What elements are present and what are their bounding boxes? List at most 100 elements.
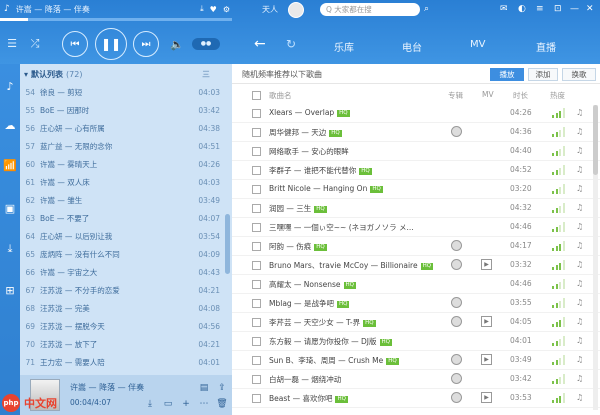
song-checkbox[interactable]	[252, 299, 261, 308]
song-row[interactable]: 周华健邦 — 天边 HQ 04:36 ♫	[232, 123, 600, 142]
song-checkbox[interactable]	[252, 223, 261, 232]
song-action-icon[interactable]: ♫	[576, 393, 583, 402]
playlist-item[interactable]: 60 许嵩 — 雾晴天上 04:26	[20, 156, 220, 172]
playlist-item[interactable]: 61 许嵩 — 双人床 04:03	[20, 174, 220, 190]
playlist-sort[interactable]: 三	[202, 69, 210, 80]
volume-toggle[interactable]: ●●	[192, 38, 220, 50]
add-icon[interactable]: +	[180, 398, 192, 410]
select-all-checkbox[interactable]	[252, 91, 261, 100]
song-row[interactable]: 润园 — 三生 HQ 04:32 ♫	[232, 199, 600, 218]
music-note-icon[interactable]: ♪	[3, 80, 17, 94]
song-title-cell[interactable]: 高耀太 — Nonsense HQ	[269, 279, 444, 290]
user-name[interactable]: 天人	[262, 4, 278, 15]
song-row[interactable]: 李群子 — 谁把不能代替你 HQ 04:52 ♫	[232, 161, 600, 180]
mv-icon[interactable]: ▶	[481, 354, 492, 365]
playlist-item[interactable]: 68 汪苏泷 — 完美 04:08	[20, 300, 220, 316]
song-row[interactable]: 东方毅 — 请愿为你投你 — DJ版 HQ 04:01 ♫	[232, 332, 600, 351]
song-title-cell[interactable]: 网络歌手 — 安心的眼眸	[269, 146, 444, 157]
tab-radio[interactable]: 电台	[402, 39, 422, 54]
comment-icon[interactable]: ▭	[162, 398, 174, 410]
playlist-item[interactable]: 71 王力宏 — 需要人陪 04:01	[20, 354, 220, 370]
playlist-item[interactable]: 62 许嵩 — 雏生 03:49	[20, 192, 220, 208]
song-row[interactable]: Xlears — Overlap HQ 04:26 ♫	[232, 104, 600, 123]
song-title-cell[interactable]: Beast — 喜欢你吧 HQ	[269, 393, 444, 404]
menu-icon[interactable]: ≡	[536, 4, 544, 14]
song-checkbox[interactable]	[252, 356, 261, 365]
song-row[interactable]: 阿韵 — 伤痕 HQ 04:17 ♫	[232, 237, 600, 256]
song-row[interactable]: Sun B、李琦、周周 — Crush Me HQ ▶ 03:49 ♫	[232, 351, 600, 370]
col-album[interactable]: 专辑	[448, 90, 463, 101]
refresh-icon[interactable]: ↻	[286, 37, 296, 51]
apps-icon[interactable]: ⊞	[3, 284, 17, 298]
mini-icon[interactable]: ⊡	[554, 4, 562, 14]
song-checkbox[interactable]	[252, 166, 261, 175]
search-icon[interactable]: ⌕	[424, 4, 429, 14]
playlist-item[interactable]: 54 徐良 — 剪短 04:03	[20, 84, 220, 100]
song-title-cell[interactable]: 白胡一磊 — 烟绕冲动	[269, 374, 444, 385]
share-icon[interactable]: ⇪	[216, 382, 228, 394]
settings-icon[interactable]: ⚙	[223, 5, 230, 14]
song-row[interactable]: Bruno Mars、travie McCoy — Billionaire HQ ▶…	[232, 256, 600, 275]
song-checkbox[interactable]	[252, 280, 261, 289]
song-title-cell[interactable]: Mblag — 是战争吧 HQ	[269, 298, 444, 309]
song-action-icon[interactable]: ♫	[576, 146, 583, 155]
col-song[interactable]: 歌曲名	[269, 90, 292, 101]
song-checkbox[interactable]	[252, 147, 261, 156]
download-icon[interactable]: ⤓	[144, 398, 156, 410]
heart-icon[interactable]: ♥	[210, 5, 217, 14]
col-duration[interactable]: 时长	[513, 90, 528, 101]
song-title-cell[interactable]: 三嘿嘿 — 一個ぃ空~~ (ネヨガノソラ メ...	[269, 222, 444, 233]
song-action-icon[interactable]: ♫	[576, 336, 583, 345]
song-checkbox[interactable]	[252, 109, 261, 118]
play-progress-bar[interactable]	[0, 18, 232, 21]
song-row[interactable]: 高耀太 — Nonsense HQ 04:46 ♫	[232, 275, 600, 294]
change-songs-button[interactable]: 换歌	[562, 68, 596, 81]
pause-button[interactable]: ❚❚	[95, 28, 127, 60]
playlist-header[interactable]: ▾ 默认列表 (72) 三	[20, 67, 232, 81]
album-disc-icon[interactable]	[451, 240, 462, 251]
add-button[interactable]: 添加	[528, 68, 558, 81]
close-icon[interactable]: ✕	[586, 4, 594, 14]
song-checkbox[interactable]	[252, 318, 261, 327]
tab-library[interactable]: 乐库	[334, 39, 354, 54]
album-disc-icon[interactable]	[451, 297, 462, 308]
mv-icon[interactable]: ▶	[481, 259, 492, 270]
playlist-item[interactable]: 65 庞炳阵 — 没有什么不同 04:09	[20, 246, 220, 262]
speaker-icon[interactable]: 🔈	[170, 37, 184, 51]
tab-mv[interactable]: MV	[470, 39, 485, 50]
playlist-item[interactable]: 67 汪苏泷 — 不分手的恋爱 04:21	[20, 282, 220, 298]
song-row[interactable]: 网络歌手 — 安心的眼眸 04:40 ♫	[232, 142, 600, 161]
avatar[interactable]	[288, 2, 304, 18]
playlist-scrollbar[interactable]	[225, 214, 230, 274]
song-row[interactable]: Beast — 喜欢你吧 HQ ▶ 03:53 ♫	[232, 389, 600, 408]
song-action-icon[interactable]: ♫	[576, 222, 583, 231]
playlist-item[interactable]: 66 许嵩 — 宇宙之大 04:43	[20, 264, 220, 280]
song-row[interactable]: Mblag — 是战争吧 HQ 03:55 ♫	[232, 294, 600, 313]
playlist-item[interactable]: 64 庄心妍 — 以后别让我 03:54	[20, 228, 220, 244]
song-title-cell[interactable]: 周华健邦 — 天边 HQ	[269, 127, 444, 138]
song-row[interactable]: 白胡一磊 — 烟绕冲动 03:42 ♫	[232, 370, 600, 389]
play-all-button[interactable]: 播放	[490, 68, 524, 81]
song-title-cell[interactable]: 李群子 — 谁把不能代替你 HQ	[269, 165, 444, 176]
album-disc-icon[interactable]	[451, 392, 462, 403]
song-action-icon[interactable]: ♫	[576, 279, 583, 288]
playlist-item[interactable]: 56 庄心妍 — 心有所属 04:38	[20, 120, 220, 136]
song-checkbox[interactable]	[252, 185, 261, 194]
song-title-cell[interactable]: Bruno Mars、travie McCoy — Billionaire HQ	[269, 260, 444, 271]
song-title-cell[interactable]: Xlears — Overlap HQ	[269, 108, 444, 117]
song-checkbox[interactable]	[252, 242, 261, 251]
next-button[interactable]: ⏭	[133, 31, 159, 57]
song-checkbox[interactable]	[252, 204, 261, 213]
lyrics-icon[interactable]: ▤	[198, 382, 210, 394]
song-action-icon[interactable]: ♫	[576, 165, 583, 174]
minimize-icon[interactable]: —	[570, 4, 579, 14]
folder-icon[interactable]: ▣	[3, 202, 17, 216]
song-action-icon[interactable]: ♫	[576, 203, 583, 212]
download-manager-icon[interactable]: ⤓	[3, 242, 17, 256]
mv-icon[interactable]: ▶	[481, 316, 492, 327]
download-icon[interactable]: ⤓	[200, 4, 204, 14]
album-disc-icon[interactable]	[451, 354, 462, 365]
song-checkbox[interactable]	[252, 337, 261, 346]
skin-icon[interactable]: ◐	[518, 4, 526, 14]
col-hot[interactable]: 热度	[550, 90, 565, 101]
